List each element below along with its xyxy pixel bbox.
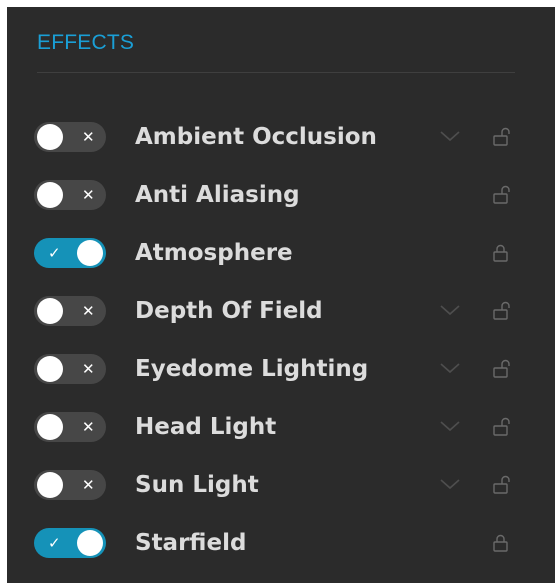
x-icon: ✕	[82, 186, 95, 204]
lock-icon[interactable]	[492, 533, 512, 553]
effect-label: Sun Light	[135, 472, 259, 498]
effects-panel: EFFECTS ✕ Ambient Occlusion ✕ Anti Aliasing…	[7, 7, 555, 583]
effect-label: Ambient Occlusion	[135, 124, 377, 150]
effect-row-anti-aliasing: ✕ Anti Aliasing	[7, 172, 555, 218]
effect-label: Atmosphere	[135, 240, 293, 266]
toggle-knob	[77, 530, 103, 556]
unlock-icon[interactable]	[492, 301, 512, 321]
unlock-icon[interactable]	[492, 359, 512, 379]
check-icon: ✓	[48, 244, 61, 262]
head-light-toggle[interactable]: ✕	[34, 412, 106, 442]
effect-label: Anti Aliasing	[135, 182, 300, 208]
x-icon: ✕	[82, 418, 95, 436]
effect-row-depth-of-field: ✕ Depth Of Field	[7, 288, 555, 334]
effect-row-eyedome-lighting: ✕ Eyedome Lighting	[7, 346, 555, 392]
unlock-icon[interactable]	[492, 127, 512, 147]
unlock-icon[interactable]	[492, 417, 512, 437]
effect-label: Starfield	[135, 530, 247, 556]
chevron-down-icon[interactable]	[439, 361, 461, 375]
x-icon: ✕	[82, 476, 95, 494]
toggle-knob	[37, 414, 63, 440]
sun-light-toggle[interactable]: ✕	[34, 470, 106, 500]
effect-label: Depth Of Field	[135, 298, 323, 324]
chevron-down-icon[interactable]	[439, 129, 461, 143]
effect-row-sun-light: ✕ Sun Light	[7, 462, 555, 508]
toggle-knob	[37, 298, 63, 324]
chevron-down-icon[interactable]	[439, 419, 461, 433]
depth-of-field-toggle[interactable]: ✕	[34, 296, 106, 326]
x-icon: ✕	[82, 128, 95, 146]
panel-title: EFFECTS	[37, 31, 135, 54]
atmosphere-toggle[interactable]: ✓	[34, 238, 106, 268]
eyedome-lighting-toggle[interactable]: ✕	[34, 354, 106, 384]
unlock-icon[interactable]	[492, 475, 512, 495]
lock-icon[interactable]	[492, 243, 512, 263]
unlock-icon[interactable]	[492, 185, 512, 205]
effect-row-starfield: ✓ Starfield	[7, 520, 555, 566]
effect-row-atmosphere: ✓ Atmosphere	[7, 230, 555, 276]
effect-label: Head Light	[135, 414, 277, 440]
toggle-knob	[37, 472, 63, 498]
toggle-knob	[77, 240, 103, 266]
x-icon: ✕	[82, 360, 95, 378]
toggle-knob	[37, 356, 63, 382]
toggle-knob	[37, 182, 63, 208]
check-icon: ✓	[48, 534, 61, 552]
effect-row-head-light: ✕ Head Light	[7, 404, 555, 450]
title-divider	[37, 72, 515, 73]
toggle-knob	[37, 124, 63, 150]
x-icon: ✕	[82, 302, 95, 320]
starfield-toggle[interactable]: ✓	[34, 528, 106, 558]
chevron-down-icon[interactable]	[439, 477, 461, 491]
chevron-down-icon[interactable]	[439, 303, 461, 317]
effect-label: Eyedome Lighting	[135, 356, 369, 382]
effect-row-ambient-occlusion: ✕ Ambient Occlusion	[7, 114, 555, 160]
anti-aliasing-toggle[interactable]: ✕	[34, 180, 106, 210]
ambient-occlusion-toggle[interactable]: ✕	[34, 122, 106, 152]
